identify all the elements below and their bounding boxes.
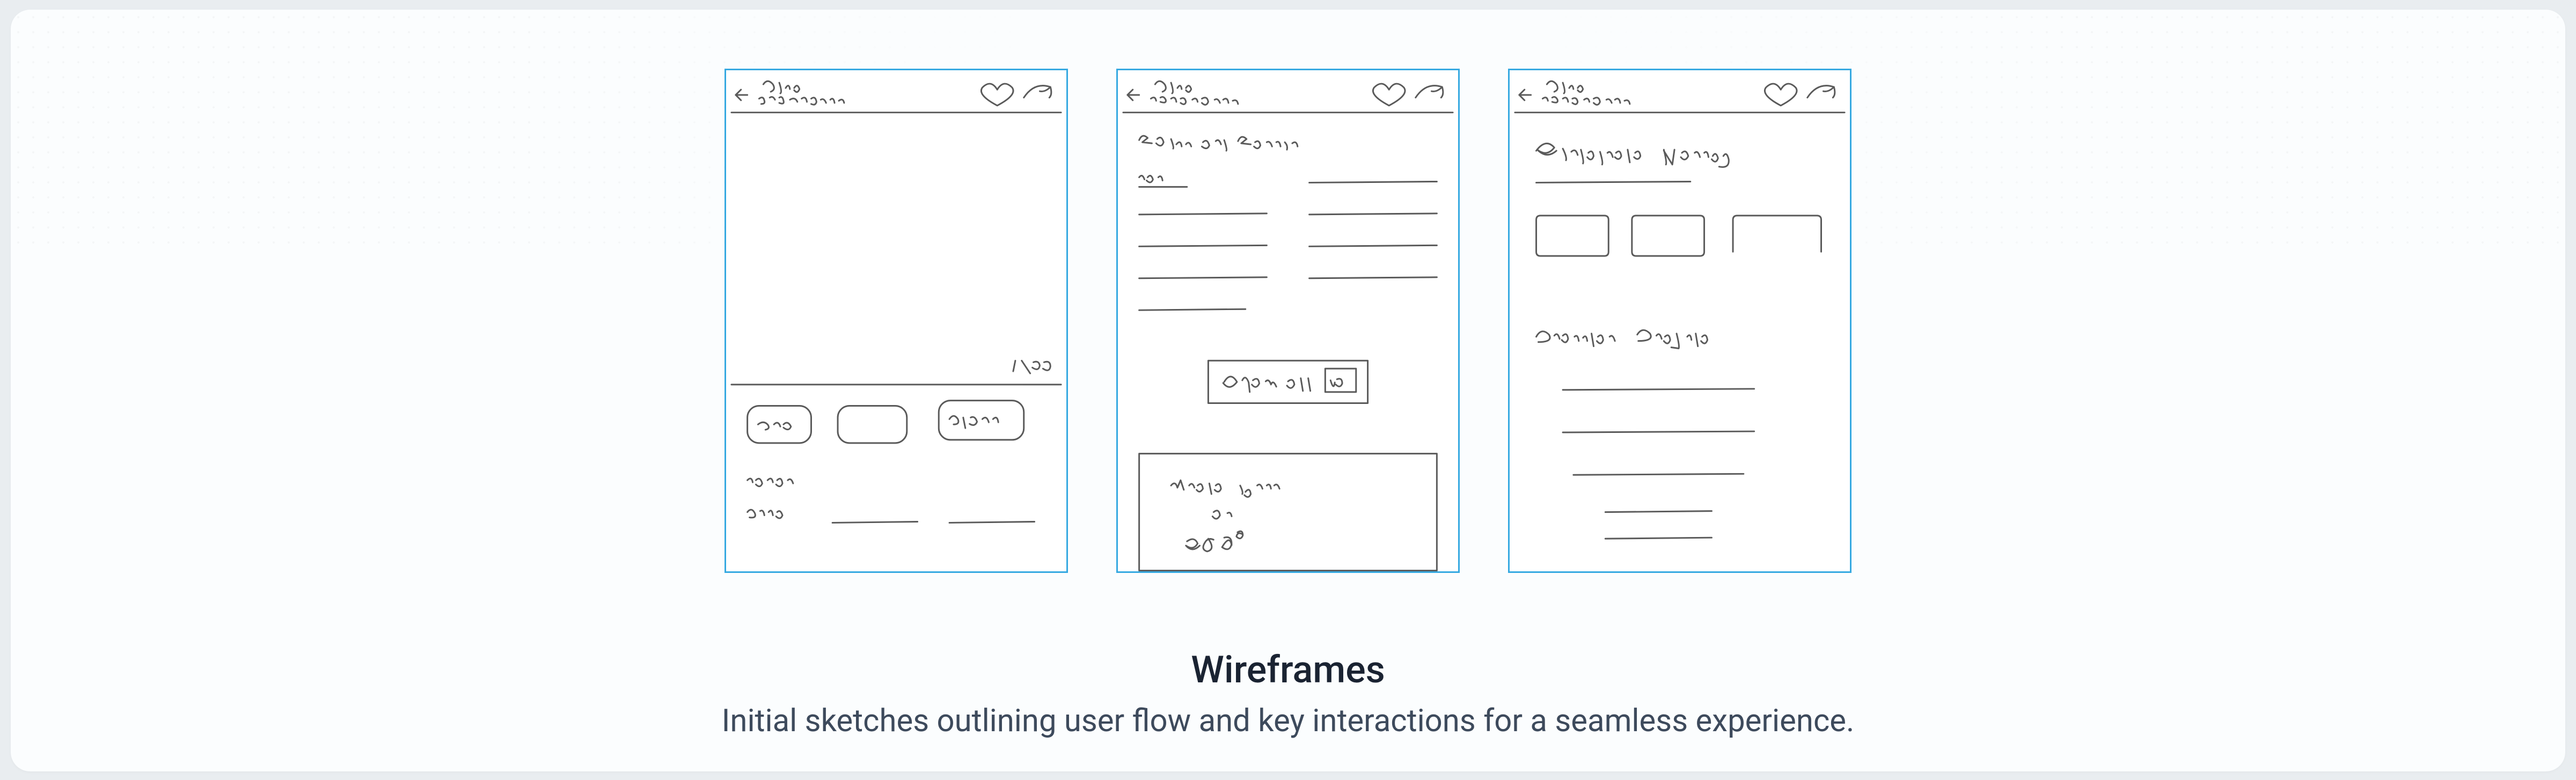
header-price-text (1547, 81, 1583, 93)
chip-plan (939, 401, 1024, 440)
header-price-text (1155, 81, 1191, 93)
header-major-details-text (1542, 97, 1629, 105)
heart-icon (1765, 84, 1797, 106)
chip-2 (838, 406, 907, 443)
video-tour-block (1139, 454, 1437, 571)
date-box-1 (1536, 216, 1609, 256)
header-major-details-text (759, 97, 844, 105)
small-label (1139, 175, 1163, 182)
header-major-details-text (1151, 97, 1238, 105)
share-icon (1416, 86, 1443, 98)
wireframe-screen-1 (724, 69, 1068, 573)
back-arrow-icon (1128, 90, 1139, 100)
section-schedule-viewing (1536, 143, 1729, 167)
share-icon (1807, 86, 1835, 98)
heart-icon (981, 84, 1013, 106)
profile-line-1 (1563, 389, 1754, 390)
wireframe-screen-3 (1508, 69, 1851, 573)
date-box-2 (1632, 216, 1704, 256)
chip-plan-label (949, 416, 998, 428)
chip-map-label (758, 422, 791, 430)
wireframe-screen-2 (1116, 69, 1460, 573)
back-arrow-icon (1519, 90, 1531, 100)
wireframe-row (724, 69, 1851, 573)
profile-line-4 (1605, 511, 1711, 512)
caption-title: Wireframes (11, 648, 2565, 692)
heart-icon (1373, 84, 1405, 106)
profile-line-3 (1574, 474, 1744, 475)
caption-subtitle: Initial sketches outlining user flow and… (11, 703, 2565, 739)
show-all-label (1223, 377, 1310, 392)
share-icon (1024, 86, 1051, 98)
sketch-1 (726, 70, 1066, 571)
profile-line-2 (1563, 431, 1754, 432)
show-all-count (1330, 379, 1342, 386)
sketch-3 (1510, 70, 1850, 571)
video-tour-label (1171, 480, 1279, 497)
back-arrow-icon (736, 90, 748, 100)
sketch-2 (1118, 70, 1458, 571)
image-counter (1013, 360, 1050, 373)
label-name (748, 479, 793, 487)
or-label (1212, 511, 1232, 519)
header-price-text (763, 81, 799, 93)
section-facts-features (1139, 136, 1298, 151)
profile-line-5 (1605, 538, 1711, 539)
360-label (1186, 537, 1232, 551)
detail-line-2 (949, 521, 1035, 523)
section-underline-1 (1536, 181, 1690, 182)
detail-line-1 (832, 521, 918, 523)
wireframes-card: Wireframes Initial sketches outlining us… (11, 10, 2565, 771)
label-price (748, 510, 782, 518)
section-provider-profile (1536, 330, 1708, 348)
degree-symbol (1236, 531, 1243, 538)
date-box-3 (1733, 216, 1821, 252)
caption-block: Wireframes Initial sketches outlining us… (11, 648, 2565, 739)
